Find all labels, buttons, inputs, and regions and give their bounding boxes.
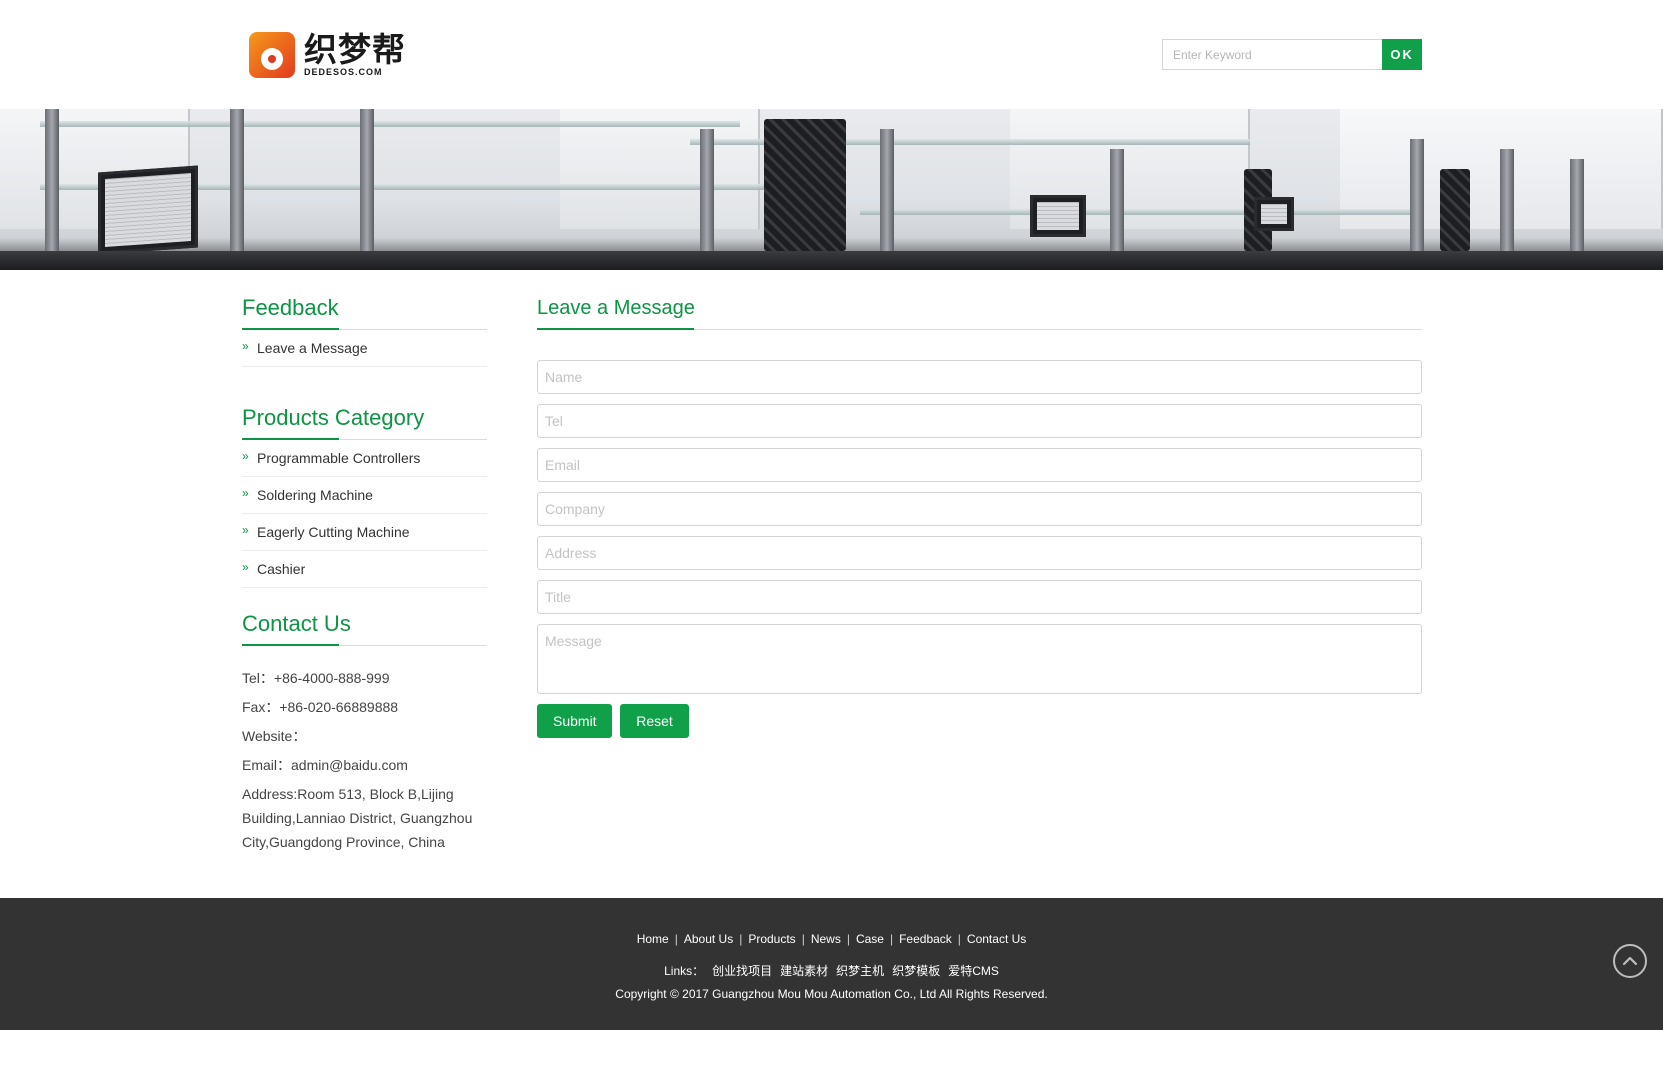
sidebar: Feedback » Leave a Message Products Cate…	[242, 270, 487, 854]
contact-info: Tel：+86-4000-888-999 Fax：+86-020-6688988…	[242, 646, 487, 854]
chevron-double-right-icon: »	[242, 523, 249, 537]
divider: |	[846, 932, 850, 946]
submit-button[interactable]: Submit	[537, 704, 612, 738]
friend-link[interactable]: 织梦主机	[836, 964, 884, 978]
feedback-heading: Feedback	[242, 270, 487, 330]
message-panel: Leave a Message Submit Reset	[537, 270, 1422, 738]
contact-tel: Tel：+86-4000-888-999	[242, 670, 390, 686]
logo-mark-icon	[249, 32, 295, 78]
products-list: » Programmable Controllers » Soldering M…	[242, 440, 487, 588]
search-button[interactable]: OK	[1382, 39, 1422, 70]
divider: |	[739, 932, 743, 946]
footer-friend-links: Links： 创业找项目 建站素材 织梦主机 织梦模板 爱特CMS	[0, 962, 1663, 979]
products-section: Products Category » Programmable Control…	[242, 380, 487, 588]
friend-link[interactable]: 建站素材	[780, 964, 828, 978]
form-actions: Submit Reset	[537, 704, 1422, 738]
reset-button[interactable]: Reset	[620, 704, 689, 738]
chevron-double-right-icon: »	[242, 449, 249, 463]
sidebar-item-label: Cashier	[257, 561, 306, 577]
chevron-double-right-icon: »	[242, 560, 249, 574]
back-to-top-button[interactable]	[1613, 944, 1647, 978]
name-field[interactable]	[537, 360, 1422, 394]
footer-link-case[interactable]: Case	[856, 932, 884, 946]
logo-text: 织梦帮 DEDESOS.COM	[304, 33, 406, 77]
logo-domain: DEDESOS.COM	[304, 67, 383, 77]
hero-banner	[0, 109, 1663, 270]
chevron-up-circle-icon	[1622, 956, 1638, 966]
links-label: Links：	[664, 964, 705, 978]
footer-link-feedback[interactable]: Feedback	[899, 932, 952, 946]
footer-link-home[interactable]: Home	[637, 932, 669, 946]
message-form: Submit Reset	[537, 330, 1422, 738]
search-bar: OK	[1162, 39, 1422, 70]
contact-fax: Fax：+86-020-66889888	[242, 699, 399, 715]
logo-name: 织梦帮	[304, 30, 406, 69]
sidebar-item-label: Programmable Controllers	[257, 450, 421, 466]
divider: |	[889, 932, 894, 946]
sidebar-item-programmable-controllers[interactable]: » Programmable Controllers	[242, 440, 487, 477]
email-field[interactable]	[537, 448, 1422, 482]
feedback-list: » Leave a Message	[242, 330, 487, 367]
copyright: Copyright © 2017 Guangzhou Mou Mou Autom…	[615, 987, 1048, 1001]
tel-field[interactable]	[537, 404, 1422, 438]
feedback-section: Feedback » Leave a Message	[242, 270, 487, 367]
friend-link[interactable]: 创业找项目	[712, 964, 772, 978]
sidebar-item-label: Soldering Machine	[257, 487, 373, 503]
sidebar-item-leave-message[interactable]: » Leave a Message	[242, 330, 487, 367]
contact-email: Email：admin@baidu.com	[242, 757, 408, 773]
address-field[interactable]	[537, 536, 1422, 570]
sidebar-item-label: Leave a Message	[257, 340, 368, 356]
contact-address: Address:Room 513, Block B,Lijing Buildin…	[242, 786, 473, 850]
contact-section: Contact Us Tel：+86-4000-888-999 Fax：+86-…	[242, 586, 487, 854]
title-field[interactable]	[537, 580, 1422, 614]
chevron-double-right-icon: »	[242, 486, 249, 500]
search-input[interactable]	[1162, 39, 1383, 70]
header: 织梦帮 DEDESOS.COM OK	[0, 0, 1663, 109]
footer-nav: Home | About Us | Products | News | Case | Feedbac…	[0, 932, 1663, 946]
divider: |	[674, 932, 678, 946]
chevron-double-right-icon: »	[242, 339, 249, 353]
divider: |	[801, 932, 805, 946]
sidebar-item-cutting-machine[interactable]: » Eagerly Cutting Machine	[242, 514, 487, 551]
contact-heading: Contact Us	[242, 586, 487, 646]
friend-link[interactable]: 织梦模板	[892, 964, 940, 978]
footer-link-products[interactable]: Products	[748, 932, 795, 946]
company-field[interactable]	[537, 492, 1422, 526]
footer-link-contact[interactable]: Contact Us	[967, 932, 1026, 946]
products-heading: Products Category	[242, 380, 487, 440]
footer-link-news[interactable]: News	[811, 932, 841, 946]
page-title: Leave a Message	[537, 270, 1422, 330]
site-logo[interactable]: 织梦帮 DEDESOS.COM	[249, 31, 409, 79]
friend-link[interactable]: 爱特CMS	[948, 964, 999, 978]
sidebar-item-label: Eagerly Cutting Machine	[257, 524, 410, 540]
contact-website: Website：	[242, 728, 307, 744]
sidebar-item-soldering-machine[interactable]: » Soldering Machine	[242, 477, 487, 514]
footer-link-about[interactable]: About Us	[684, 932, 733, 946]
sidebar-item-cashier[interactable]: » Cashier	[242, 551, 487, 588]
footer: Home | About Us | Products | News | Case | Feedbac…	[0, 898, 1663, 1030]
message-field[interactable]	[537, 624, 1422, 694]
divider: |	[957, 932, 961, 946]
